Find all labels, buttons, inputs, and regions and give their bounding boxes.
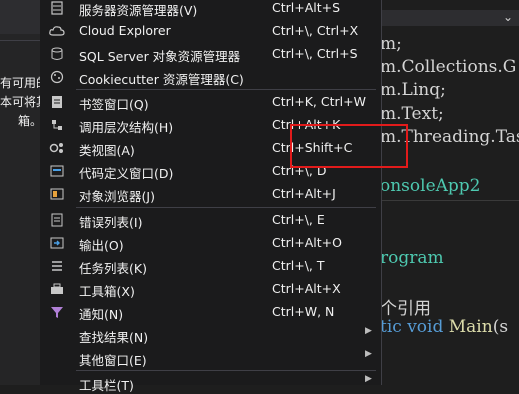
menu-item-shortcut: Ctrl+Alt+S — [272, 0, 341, 15]
editor-nav-bar[interactable] — [380, 10, 519, 26]
menu-item-error-list[interactable]: 错误列表(I) Ctrl+\, E — [40, 209, 381, 231]
menu-item-label: 类视图(A) — [79, 143, 135, 158]
left-panel-header — [0, 0, 44, 34]
notification-icon — [49, 304, 65, 320]
menu-item-shortcut: Ctrl+\, Ctrl+X — [272, 23, 359, 38]
menu-item-label: Cookiecutter 资源管理器(C) — [79, 72, 244, 87]
menu-item-label: 工具箱(X) — [79, 284, 135, 299]
view-menu: 服务器资源管理器(V) Ctrl+Alt+S Cloud Explorer Ct… — [40, 0, 408, 393]
toolbox-icon — [49, 281, 65, 297]
menu-item-shortcut: Ctrl+Alt+J — [272, 186, 336, 201]
left-panel-note: 本可将其 — [0, 95, 44, 109]
cloud-icon — [49, 23, 65, 39]
code-line: m.Text; — [380, 104, 444, 124]
menu-item-shortcut: Ctrl+\, E — [272, 212, 325, 227]
menu-item-shortcut: Ctrl+\, T — [272, 258, 325, 273]
code-block-separator — [380, 200, 519, 201]
menu-item-sql-server-explorer[interactable]: SQL Server 对象资源管理器 Ctrl+\, Ctrl+S — [40, 43, 381, 65]
menu-item-shortcut: Ctrl+\, Ctrl+S — [272, 46, 358, 61]
menu-item-toolbars[interactable]: 工具栏(T) ▶ — [40, 372, 381, 394]
menu-item-label: 输出(O) — [79, 238, 124, 253]
menu-item-label: 其他窗口(E) — [79, 353, 147, 368]
code-line: m; — [380, 34, 402, 54]
menu-item-task-list[interactable]: 任务列表(K) Ctrl+\, T — [40, 255, 381, 277]
menu-separator — [76, 207, 376, 208]
menu-separator — [76, 89, 376, 90]
menu-item-label: 通知(N) — [79, 307, 124, 322]
task-list-icon — [49, 258, 65, 274]
menu-item-label: 代码定义窗口(D) — [79, 166, 174, 181]
call-hierarchy-icon — [49, 117, 65, 133]
code-line: onsoleApp2 — [380, 176, 481, 196]
code-function-name: Main — [448, 317, 493, 337]
menu-item-other-windows[interactable]: 其他窗口(E) ▶ — [40, 347, 381, 369]
output-icon — [49, 235, 65, 251]
code-line: m.Collections.G — [380, 57, 517, 77]
menu-item-label: 对象浏览器(J) — [79, 189, 155, 204]
menu-item-find-results[interactable]: 查找结果(N) ▶ — [40, 324, 381, 346]
left-panel: 有可用的 本可将其 箱。 — [0, 0, 44, 385]
code-definition-icon — [49, 163, 65, 179]
reference-count-lens[interactable]: 个引用 — [380, 294, 431, 319]
highlight-annotation-box — [290, 124, 408, 168]
divider — [0, 40, 44, 41]
menu-item-shortcut: Ctrl+Alt+O — [272, 235, 342, 250]
menu-item-bookmark-window[interactable]: 书签窗口(Q) Ctrl+K, Ctrl+W — [40, 91, 381, 113]
submenu-arrow-icon: ▶ — [365, 326, 372, 336]
error-list-icon — [49, 212, 65, 228]
menu-item-label: 调用层次结构(H) — [79, 120, 174, 135]
menu-item-label: 书签窗口(Q) — [79, 97, 149, 112]
menu-item-object-browser[interactable]: 对象浏览器(J) Ctrl+Alt+J — [40, 183, 381, 205]
code-keyword: tic void — [380, 317, 449, 337]
code-editor[interactable]: ⌄ m; m.Collections.G m.Linq; m.Text; m.T… — [380, 0, 519, 385]
code-line: m.Linq; — [380, 80, 446, 100]
menu-item-label: SQL Server 对象资源管理器 — [79, 49, 241, 64]
menu-item-notifications[interactable]: 通知(N) Ctrl+W, N — [40, 301, 381, 323]
menu-item-shortcut: Ctrl+Alt+X — [272, 281, 341, 296]
bookmark-icon — [49, 94, 65, 110]
menu-item-cloud-explorer[interactable]: Cloud Explorer Ctrl+\, Ctrl+X — [40, 20, 381, 42]
submenu-arrow-icon: ▶ — [365, 374, 372, 384]
menu-item-label: 任务列表(K) — [79, 261, 147, 276]
menu-separator — [76, 370, 376, 371]
menu-item-shortcut: Ctrl+K, Ctrl+W — [272, 94, 366, 109]
sql-server-icon — [49, 46, 65, 62]
code-line: rogram — [380, 248, 444, 268]
menu-item-shortcut: Ctrl+W, N — [272, 304, 335, 319]
class-view-icon — [49, 140, 65, 156]
server-explorer-icon — [49, 0, 65, 16]
code-text: (s — [492, 317, 509, 337]
code-line: tic void Main(s — [380, 317, 508, 337]
left-panel-note: 有可用的 — [0, 76, 44, 90]
menu-item-toolbox[interactable]: 工具箱(X) Ctrl+Alt+X — [40, 278, 381, 300]
menu-item-cookiecutter-explorer[interactable]: Cookiecutter 资源管理器(C) — [40, 66, 381, 88]
menu-item-server-explorer[interactable]: 服务器资源管理器(V) Ctrl+Alt+S — [40, 0, 381, 19]
cookie-icon — [49, 69, 65, 85]
chevron-down-icon[interactable]: ⌄ — [503, 10, 513, 24]
menu-item-label: Cloud Explorer — [79, 23, 171, 38]
menu-item-output[interactable]: 输出(O) Ctrl+Alt+O — [40, 232, 381, 254]
submenu-arrow-icon: ▶ — [365, 349, 372, 359]
object-browser-icon — [49, 186, 65, 202]
menu-item-label: 查找结果(N) — [79, 330, 149, 345]
menu-item-label: 错误列表(I) — [79, 215, 143, 230]
menu-item-label: 服务器资源管理器(V) — [79, 3, 198, 18]
